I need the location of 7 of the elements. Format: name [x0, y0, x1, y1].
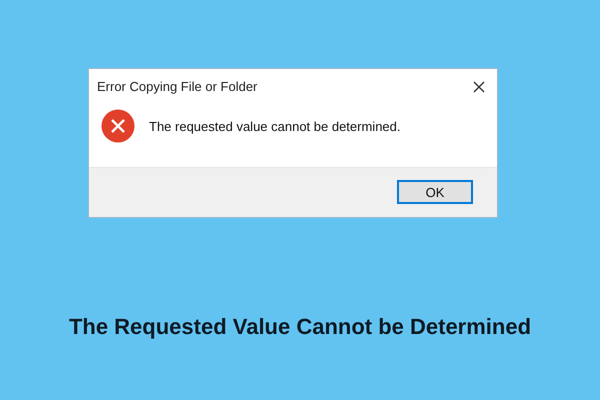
close-icon — [473, 80, 485, 93]
close-button[interactable] — [471, 78, 487, 95]
headline: The Requested Value Cannot be Determined — [68, 313, 532, 341]
error-icon — [101, 108, 135, 142]
error-message: The requested value cannot be determined. — [149, 118, 401, 136]
ok-button[interactable]: OK — [397, 180, 473, 204]
window-title: Error Copying File or Folder — [97, 78, 258, 96]
